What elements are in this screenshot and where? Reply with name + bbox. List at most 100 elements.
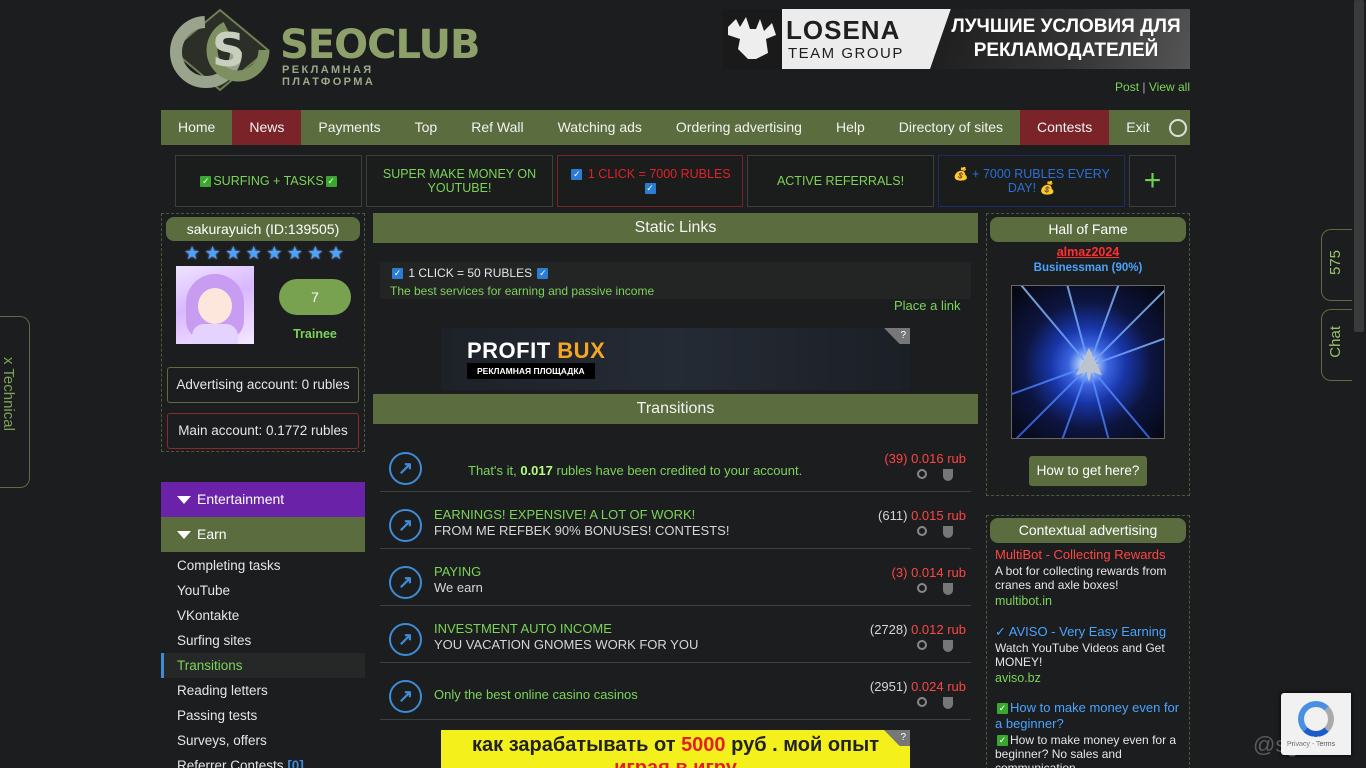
banner-brand: LOSENA xyxy=(786,15,901,45)
shield-icon[interactable] xyxy=(943,640,953,652)
menu-item-completing-tasks[interactable]: Completing tasks xyxy=(161,553,365,578)
context-ad-item[interactable]: ✓ How to make money even for a beginner? … xyxy=(995,700,1185,768)
ad-info-icon[interactable]: ? xyxy=(884,328,910,344)
promo-youtube[interactable]: SUPER MAKE MONEY ON YOUTUBE! xyxy=(366,155,553,207)
context-ad-title[interactable]: ✓ AVISO - Very Easy Earning xyxy=(995,624,1185,640)
promo-7000-rubles[interactable]: 💰 + 7000 RUBLES EVERY DAY! 💰 xyxy=(938,155,1125,207)
menu-earn[interactable]: Earn xyxy=(161,517,365,552)
fame-username[interactable]: almaz2024 xyxy=(987,245,1189,259)
external-link-icon[interactable] xyxy=(389,452,422,485)
menu-item-youtube[interactable]: YouTube xyxy=(161,578,365,603)
site-logo[interactable]: S SEOCLUB РЕКЛАМНАЯ ПЛАТФОРМА xyxy=(168,8,481,92)
menu-item-vkontakte[interactable]: VKontakte xyxy=(161,603,365,628)
transition-count: (2728) xyxy=(869,622,908,637)
username[interactable]: sakurayuich (ID:139505) xyxy=(166,217,360,241)
external-link-icon[interactable] xyxy=(389,680,422,713)
search-icon[interactable] xyxy=(917,469,927,479)
menu-earn-label: Earn xyxy=(197,526,227,542)
add-promo-button[interactable]: + xyxy=(1129,155,1176,207)
promo-one-click[interactable]: ✓ 1 CLICK = 7000 RUBLES ✓ xyxy=(557,155,743,207)
main-account[interactable]: Main account: 0.1772 rubles xyxy=(167,413,359,449)
shield-icon[interactable] xyxy=(943,583,953,595)
online-count: 575 xyxy=(1327,250,1344,276)
contextual-ads-panel: Contextual advertising MultiBot - Collec… xyxy=(986,515,1190,768)
menu-item-referrer-contests[interactable]: Referrer Contests [0] xyxy=(161,753,365,768)
static-link-item[interactable]: ✓ 1 CLICK = 50 RUBLES ✓ The best service… xyxy=(380,262,971,299)
context-ad-url[interactable]: multibot.in xyxy=(995,594,1185,608)
shield-icon[interactable] xyxy=(943,469,953,481)
nav-contests[interactable]: Contests xyxy=(1020,110,1110,145)
nav-help[interactable]: Help xyxy=(819,110,882,145)
nav-payments[interactable]: Payments xyxy=(301,110,397,145)
technical-support-tab[interactable]: x Technical xyxy=(0,316,30,488)
promo-label: SURFING + TASKS xyxy=(213,174,324,188)
nav-exit[interactable]: Exit xyxy=(1109,110,1166,145)
scroll-thumb[interactable] xyxy=(1354,0,1364,332)
promo-active-referrals[interactable]: ACTIVE REFERRALS! xyxy=(747,155,934,207)
place-link-button[interactable]: Place a link xyxy=(894,298,960,313)
transition-reward: 0.012 rub xyxy=(911,622,966,637)
user-avatar[interactable] xyxy=(176,266,254,344)
star-icon: ★ xyxy=(327,243,344,263)
static-link-title: ✓ 1 CLICK = 50 RUBLES ✓ xyxy=(390,265,961,281)
earning-ad-banner[interactable]: как зарабатывать от 5000 руб . мой опыт … xyxy=(441,730,910,768)
menu-item-transitions[interactable]: Transitions xyxy=(161,653,365,678)
shield-icon[interactable] xyxy=(943,697,953,709)
referrer-contests-label: Referrer Contests xyxy=(177,758,284,768)
star-icon: ★ xyxy=(225,243,242,263)
menu-item-surfing-sites[interactable]: Surfing sites xyxy=(161,628,365,653)
how-to-get-here-button[interactable]: How to get here? xyxy=(1029,456,1147,486)
nav-home[interactable]: Home xyxy=(161,110,232,145)
menu-item-reading-letters[interactable]: Reading letters xyxy=(161,678,365,703)
language-globe-icon[interactable] xyxy=(1167,110,1190,145)
transition-row[interactable]: That's it, 0.017 rubles have been credit… xyxy=(380,443,971,492)
transition-title[interactable]: EARNINGS! EXPENSIVE! A LOT OF WORK! xyxy=(434,507,695,522)
transition-title[interactable]: INVESTMENT AUTO INCOME xyxy=(434,621,612,636)
check-icon: ✓ xyxy=(537,268,549,280)
external-link-icon[interactable] xyxy=(389,566,422,599)
context-ad-item[interactable]: ✓ AVISO - Very Easy Earning Watch YouTub… xyxy=(995,624,1185,685)
transition-row[interactable]: Only the best online casino casinos (295… xyxy=(380,671,971,720)
context-ad-url[interactable]: aviso.bz xyxy=(995,671,1185,685)
transition-row[interactable]: EARNINGS! EXPENSIVE! A LOT OF WORK! FROM… xyxy=(380,500,971,549)
menu-item-passing-tests[interactable]: Passing tests xyxy=(161,703,365,728)
nav-news[interactable]: News xyxy=(232,110,302,145)
top-ad-banner[interactable]: LOSENA TEAM GROUP ЛУЧШИЕ УСЛОВИЯ ДЛЯ РЕК… xyxy=(722,9,1190,69)
external-link-icon[interactable] xyxy=(389,623,422,656)
nav-directory-of-sites[interactable]: Directory of sites xyxy=(882,110,1020,145)
context-ad-title[interactable]: ✓ How to make money even for a beginner? xyxy=(995,700,1185,732)
search-icon[interactable] xyxy=(917,583,927,593)
menu-entertainment[interactable]: Entertainment xyxy=(161,482,365,517)
menu-item-surveys-offers[interactable]: Surveys, offers xyxy=(161,728,365,753)
nav-top[interactable]: Top xyxy=(398,110,455,145)
search-icon[interactable] xyxy=(917,640,927,650)
transition-row[interactable]: PAYING We earn (3) 0.014 rub xyxy=(380,557,971,606)
nav-ordering-advertising[interactable]: Ordering advertising xyxy=(659,110,819,145)
search-icon[interactable] xyxy=(917,526,927,536)
transition-title[interactable]: Only the best online casino casinos xyxy=(434,687,638,702)
transition-count: (2951) xyxy=(869,679,908,694)
online-count-tab[interactable]: 575 xyxy=(1321,229,1353,301)
technical-tab-label: x Technical xyxy=(0,357,17,431)
external-link-icon[interactable] xyxy=(389,509,422,542)
search-icon[interactable] xyxy=(917,697,927,707)
context-ad-title[interactable]: MultiBot - Collecting Rewards xyxy=(995,547,1185,563)
nav-watching-ads[interactable]: Watching ads xyxy=(541,110,659,145)
seoclub-logo-icon: S xyxy=(170,8,270,92)
triangle-down-icon xyxy=(177,531,191,540)
shield-icon[interactable] xyxy=(943,526,953,538)
nav-ref-wall[interactable]: Ref Wall xyxy=(454,110,540,145)
transition-price: (3) 0.014 rub xyxy=(892,565,966,580)
transition-title[interactable]: PAYING xyxy=(434,564,481,579)
context-ad-item[interactable]: MultiBot - Collecting Rewards A bot for … xyxy=(995,547,1185,608)
chat-tab[interactable]: Chat xyxy=(1321,309,1353,381)
page-scrollbar[interactable] xyxy=(1352,0,1366,768)
view-all-link[interactable]: View all xyxy=(1149,80,1190,94)
transition-row[interactable]: INVESTMENT AUTO INCOME YOU VACATION GNOM… xyxy=(380,614,971,663)
check-icon: ✓ xyxy=(997,735,1008,747)
advertising-account[interactable]: Advertising account: 0 rubles xyxy=(167,367,359,403)
profitbux-ad-banner[interactable]: PROFIT BUX РЕКЛАМНАЯ ПЛОЩАДКА ? xyxy=(441,328,910,390)
post-link[interactable]: Post xyxy=(1115,80,1139,94)
promo-surfing-tasks[interactable]: ✓ SURFING + TASKS ✓ xyxy=(175,155,362,207)
banner-slogan: ЛУЧШИЕ УСЛОВИЯ ДЛЯ РЕКЛАМОДАТЕЛЕЙ xyxy=(951,16,1181,61)
